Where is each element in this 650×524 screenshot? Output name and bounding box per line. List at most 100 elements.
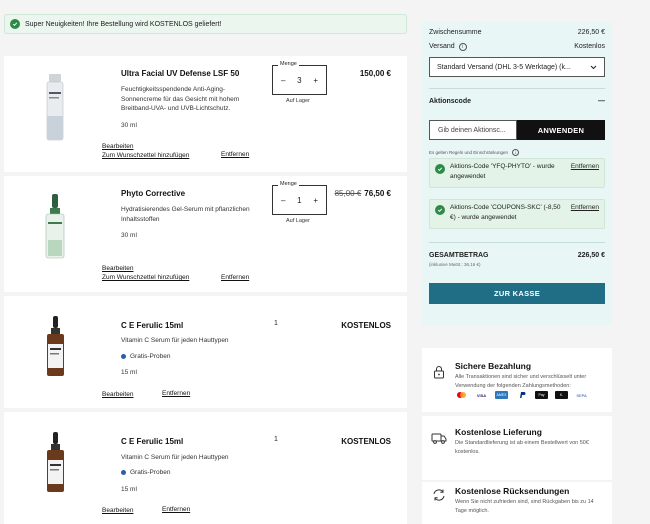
sepa-icon: SEPA (575, 391, 588, 399)
check-icon (10, 19, 20, 29)
increase-button[interactable]: + (313, 76, 318, 85)
product-size: 30 ml (121, 122, 137, 129)
shipping-value: Kostenlos (574, 43, 605, 50)
secure-payment-block: Sichere Bezahlung Alle Transaktionen sin… (422, 348, 612, 412)
shipping-method-select[interactable]: Standard Versand (DHL 3-5 Werktage) (k..… (429, 57, 605, 77)
payment-methods: VISA AMEX Pay K. SEPA (455, 391, 588, 399)
remove-link[interactable]: Entfernen (162, 390, 190, 397)
wishlist-link[interactable]: Zum Wunschzettel hinzufügen (102, 274, 189, 281)
free-shipping-banner: Super Neuigkeiten! Ihre Bestellung wird … (4, 14, 407, 34)
subtotal-row: Zwischensumme 226,50 € (429, 29, 605, 36)
chevron-down-icon (590, 65, 597, 69)
shipping-row: Versand i Kostenlos (429, 43, 605, 51)
product-size: 30 ml (121, 232, 137, 239)
applied-coupon-text: Aktions-Code 'YFQ-PHYTO' - wurde angewen… (450, 163, 555, 180)
product-description: Vitamin C Serum für jeden Hauttypen (121, 337, 229, 344)
collapse-icon[interactable]: — (598, 98, 605, 105)
order-summary: Zwischensumme 226,50 € Versand i Kostenlo… (422, 22, 612, 325)
product-image[interactable] (38, 314, 72, 378)
terms-text: Es gelten Regeln und Einschränkungen (429, 150, 509, 155)
coupon-input[interactable]: Gib deinen Aktionsc... (429, 120, 517, 140)
product-price: KOSTENLOS (341, 321, 391, 330)
coupon-header[interactable]: Aktionscode — (429, 98, 605, 105)
product-name[interactable]: C E Ferulic 15ml (121, 321, 183, 330)
product-name[interactable]: Phyto Corrective (121, 189, 185, 198)
edit-link[interactable]: Bearbeiten (102, 391, 133, 398)
remove-link[interactable]: Entfernen (162, 506, 190, 513)
product-description: Feuchtigkeitsspendende Anti-Aging-Sonnen… (121, 86, 240, 112)
edit-link[interactable]: Bearbeiten (102, 265, 133, 272)
product-size: 15 ml (121, 369, 137, 376)
product-image[interactable] (38, 192, 72, 262)
remove-coupon-link[interactable]: Entfernen (571, 162, 599, 172)
apple-pay-icon: Pay (535, 391, 548, 399)
free-sample-badge: Gratis-Proben (121, 469, 170, 476)
stock-status: Auf Lager (286, 98, 310, 104)
trust-text: Wenn Sie nicht zufrieden sind, sind Rück… (455, 499, 594, 514)
paypal-icon (515, 391, 528, 399)
visa-icon: VISA (475, 391, 488, 399)
info-icon[interactable]: i (512, 149, 520, 156)
divider (429, 242, 605, 243)
remove-coupon-link[interactable]: Entfernen (571, 203, 599, 213)
increase-button[interactable]: + (313, 196, 318, 205)
trust-text: Die Standardlieferung ist ab einem Beste… (455, 440, 589, 455)
edit-link[interactable]: Bearbeiten (102, 143, 133, 150)
free-sample-badge: Gratis-Proben (121, 353, 170, 360)
trust-title: Kostenlose Lieferung (455, 427, 542, 437)
dot-icon (121, 470, 126, 475)
edit-link[interactable]: Bearbeiten (102, 507, 133, 514)
decrease-button[interactable]: – (281, 76, 285, 85)
shipping-label: Versand (429, 43, 455, 50)
banner-text: Super Neuigkeiten! Ihre Bestellung wird … (25, 20, 222, 28)
applied-coupon: Aktions-Code 'YFQ-PHYTO' - wurde angewen… (429, 158, 605, 188)
product-price: 85,00 €76,50 € (335, 189, 391, 198)
quantity-value: 1 (274, 320, 278, 327)
wishlist-link[interactable]: Zum Wunschzettel hinzufügen (102, 152, 189, 159)
coupon-terms: Es gelten Regeln und Einschränkungen i (429, 149, 520, 156)
badge-text: Gratis-Proben (130, 353, 171, 360)
tax-note: (inklusive MwSt.: 36,16 €) (429, 262, 481, 267)
product-name[interactable]: Ultra Facial UV Defense LSF 50 (121, 69, 239, 78)
check-icon (435, 164, 445, 174)
apply-coupon-button[interactable]: ANWENDEN (517, 120, 605, 140)
cart-item: C E Ferulic 15ml Vitamin C Serum für jed… (4, 296, 407, 408)
product-price: KOSTENLOS (341, 437, 391, 446)
quantity-value[interactable]: 3 (297, 76, 301, 85)
item-actions: Bearbeiten Zum Wunschzettel hinzufügen (102, 264, 189, 282)
quantity-stepper: Menge – 1 + (272, 181, 327, 215)
badge-text: Gratis-Proben (130, 469, 171, 476)
original-price: 85,00 € (334, 189, 362, 198)
product-image[interactable] (38, 430, 72, 494)
truck-icon (431, 433, 447, 444)
coupon-label: Aktionscode (429, 98, 472, 105)
checkout-button[interactable]: ZUR KASSE (429, 283, 605, 304)
klarna-icon: K. (555, 391, 568, 399)
quantity-value: 1 (274, 436, 278, 443)
product-description: Vitamin C Serum für jeden Hauttypen (121, 454, 229, 461)
subtotal-label: Zwischensumme (429, 29, 482, 36)
trust-title: Kostenlose Rücksendungen (455, 486, 570, 496)
trust-text: Alle Transaktionen sind sicher und versc… (455, 374, 587, 389)
decrease-button[interactable]: – (281, 196, 285, 205)
item-actions: Bearbeiten (102, 506, 133, 515)
applied-coupon: Aktions-Code 'COUPONS-SKC' (-8,50 €) - w… (429, 199, 605, 229)
product-name[interactable]: C E Ferulic 15ml (121, 437, 183, 446)
quantity-stepper: Menge – 3 + (272, 61, 327, 95)
remove-link[interactable]: Entfernen (221, 151, 249, 158)
item-actions: Bearbeiten (102, 390, 133, 399)
amex-icon: AMEX (495, 391, 508, 399)
lock-icon (434, 366, 444, 379)
sale-price: 76,50 € (364, 189, 391, 198)
cart-items: Ultra Facial UV Defense LSF 50 Feuchtigk… (4, 56, 407, 524)
cart-item: Phyto Corrective Hydratisierendes Gel-Se… (4, 176, 407, 292)
cart-item: Ultra Facial UV Defense LSF 50 Feuchtigk… (4, 56, 407, 172)
product-image[interactable] (38, 72, 72, 144)
product-price: 150,00 € (359, 69, 391, 78)
remove-link[interactable]: Entfernen (221, 274, 249, 281)
cart-item: C E Ferulic 15ml Vitamin C Serum für jed… (4, 412, 407, 524)
quantity-value[interactable]: 1 (297, 196, 301, 205)
info-icon[interactable]: i (458, 43, 467, 51)
item-actions: Bearbeiten Zum Wunschzettel hinzufügen (102, 142, 189, 160)
free-delivery-block: Kostenlose Lieferung Die Standardlieferu… (422, 416, 612, 480)
